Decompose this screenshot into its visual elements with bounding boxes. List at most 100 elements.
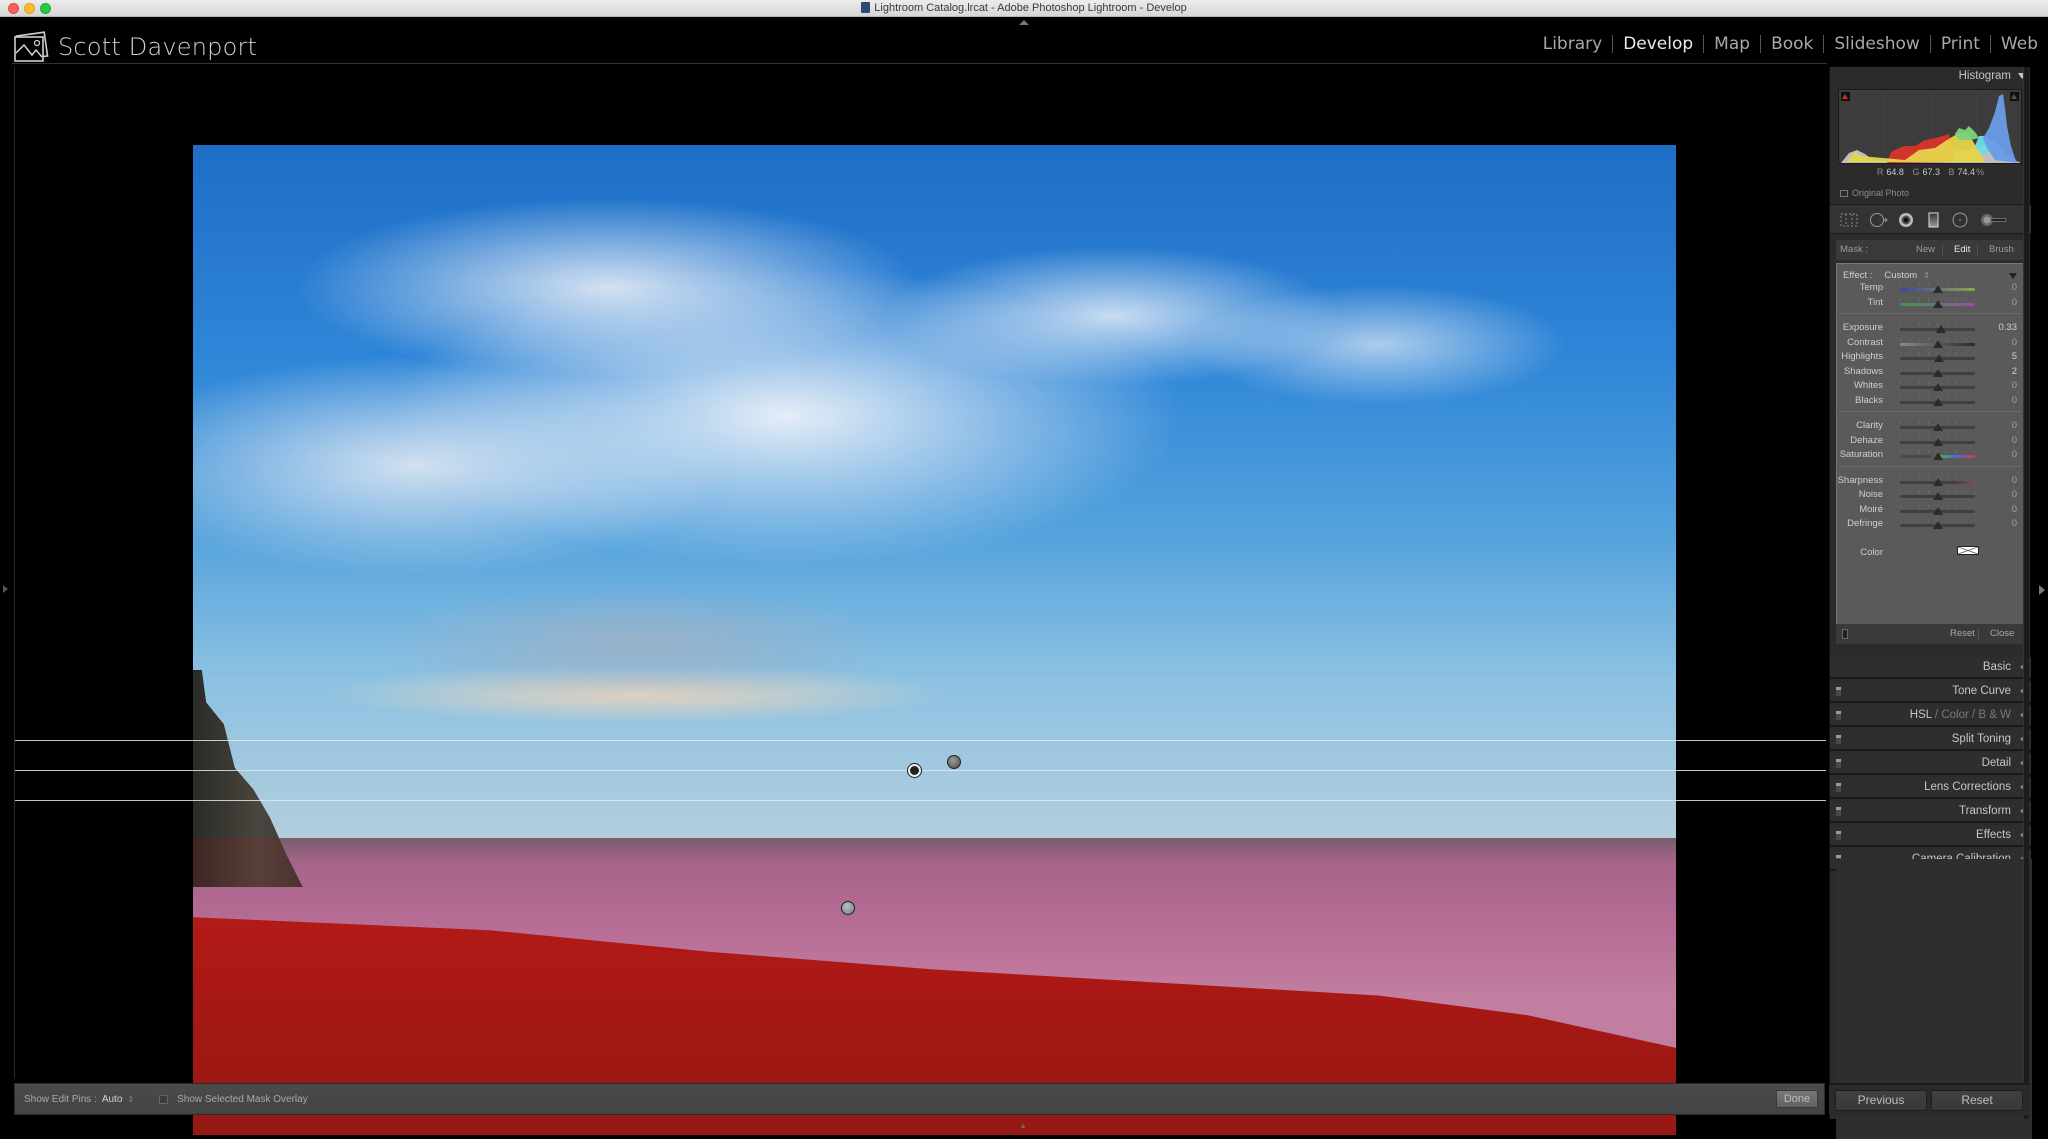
histogram-header[interactable]: Histogram	[1830, 67, 2031, 85]
right-panel-toggle-icon[interactable]	[2039, 585, 2045, 595]
effect-preset-select[interactable]: Custom	[1884, 270, 1917, 281]
slider-thumb[interactable]	[1935, 325, 1946, 333]
edit-pin[interactable]	[947, 755, 961, 769]
slider-thumb[interactable]	[1933, 368, 1944, 377]
show-mask-overlay-label[interactable]: Show Selected Mask Overlay	[177, 1094, 308, 1105]
adjustment-brush-icon[interactable]	[1979, 212, 2009, 228]
color-swatch[interactable]	[1957, 546, 1979, 555]
slider-value[interactable]: 0	[2012, 297, 2017, 308]
module-web[interactable]: Web	[1991, 34, 2048, 54]
radial-filter-icon[interactable]	[1951, 212, 1969, 228]
section-basic[interactable]: Basic	[1830, 657, 2031, 679]
right-panel-scrollbar[interactable]	[2023, 67, 2029, 1119]
bottom-panel-toggle-icon[interactable]: ▲	[1019, 1121, 1027, 1130]
panel-on-off-switch[interactable]	[1836, 807, 1841, 816]
slider-value[interactable]: 5	[2012, 351, 2017, 362]
module-book[interactable]: Book	[1761, 34, 1823, 54]
original-photo-checkbox[interactable]	[1840, 189, 1848, 197]
slider-thumb[interactable]	[1932, 397, 1943, 406]
section-label[interactable]: Lens Corrections	[1924, 781, 2011, 793]
section-sublabel[interactable]: B & W	[1978, 709, 2011, 721]
slider-thumb[interactable]	[1932, 423, 1943, 431]
slider-thumb[interactable]	[1932, 521, 1943, 529]
slider-thumb[interactable]	[1932, 299, 1943, 308]
slider-value[interactable]: 0	[2012, 420, 2017, 431]
original-photo-toggle[interactable]: Original Photo	[1840, 188, 1909, 198]
effect-collapse-triangle-icon[interactable]	[2009, 273, 2017, 279]
section-detail[interactable]: Detail	[1830, 753, 2031, 775]
mask-reset-button[interactable]: Reset	[1950, 624, 1975, 644]
edit-pin-selected[interactable]	[908, 764, 921, 777]
section-transform[interactable]: Transform	[1830, 801, 2031, 823]
slider-thumb[interactable]	[1932, 492, 1943, 500]
slider-thumb[interactable]	[1932, 285, 1943, 293]
section-label[interactable]: HSL	[1910, 709, 1932, 721]
slider-value[interactable]: 0	[2012, 449, 2017, 460]
graduated-filter-bottom-line[interactable]	[15, 800, 1826, 801]
previous-button[interactable]: Previous	[1835, 1090, 1927, 1111]
reset-button[interactable]: Reset	[1931, 1090, 2023, 1111]
slider-thumb[interactable]	[1934, 354, 1944, 362]
stepper-arrows-icon[interactable]: ⇕	[127, 1095, 134, 1104]
section-label[interactable]: Split Toning	[1952, 733, 2011, 745]
mask-new-button[interactable]: New	[1916, 240, 1935, 260]
module-library[interactable]: Library	[1533, 34, 1612, 54]
section-label[interactable]: Basic	[1983, 661, 2011, 673]
slider-value[interactable]: 0	[2012, 380, 2017, 391]
section-lens-corrections[interactable]: Lens Corrections	[1830, 777, 2031, 799]
mask-close-button[interactable]: Close	[1990, 624, 2014, 644]
slider-thumb[interactable]	[1932, 477, 1943, 486]
slider-thumb[interactable]	[1932, 383, 1943, 391]
module-slideshow[interactable]: Slideshow	[1824, 34, 1929, 54]
image-canvas[interactable]	[14, 67, 1826, 1135]
red-eye-icon[interactable]	[1897, 212, 1915, 228]
slider-value[interactable]: 2	[2012, 366, 2017, 377]
section-label[interactable]: Transform	[1959, 805, 2011, 817]
section-split-toning[interactable]: Split Toning	[1830, 729, 2031, 751]
slider-value[interactable]: 0	[2012, 489, 2017, 500]
slider-value[interactable]: 0	[2012, 282, 2017, 293]
slider-value[interactable]: 0	[2012, 475, 2017, 486]
slider-value[interactable]: 0.33	[1999, 322, 2018, 333]
done-button[interactable]: Done	[1776, 1090, 1818, 1108]
graduated-filter-top-line[interactable]	[15, 740, 1826, 741]
mask-edit-button[interactable]: Edit	[1954, 240, 1970, 260]
spot-removal-icon[interactable]	[1869, 212, 1888, 228]
module-develop[interactable]: Develop	[1613, 34, 1703, 54]
panel-on-off-switch[interactable]	[1836, 759, 1841, 768]
slider-thumb[interactable]	[1932, 339, 1943, 348]
slider-value[interactable]: 0	[2012, 395, 2017, 406]
left-panel-toggle-icon[interactable]	[3, 585, 8, 593]
show-edit-pins-select[interactable]: Auto	[102, 1094, 123, 1105]
section-hsl[interactable]: HSL / Color / B & W	[1830, 705, 2031, 727]
panel-on-off-switch[interactable]	[1836, 687, 1841, 696]
graduated-filter-icon[interactable]	[1924, 212, 1942, 228]
slider-value[interactable]: 0	[2012, 504, 2017, 515]
stepper-arrows-icon[interactable]: ⇕	[1923, 271, 1930, 280]
slider-value[interactable]: 0	[2012, 337, 2017, 348]
crop-overlay-icon[interactable]	[1840, 212, 1858, 228]
panel-on-off-switch[interactable]	[1836, 783, 1841, 792]
mask-on-off-switch[interactable]	[1842, 629, 1848, 639]
slider-value[interactable]: 0	[2012, 518, 2017, 529]
slider-thumb[interactable]	[1932, 452, 1943, 460]
show-mask-overlay-checkbox[interactable]	[159, 1094, 169, 1104]
section-effects[interactable]: Effects	[1830, 825, 2031, 847]
slider-thumb[interactable]	[1932, 506, 1943, 515]
panel-on-off-switch[interactable]	[1836, 711, 1841, 720]
module-print[interactable]: Print	[1931, 34, 1990, 54]
slider-value[interactable]: 0	[2012, 435, 2017, 446]
section-label[interactable]: Detail	[1982, 757, 2011, 769]
panel-on-off-switch[interactable]	[1836, 735, 1841, 744]
section-label[interactable]: Tone Curve	[1952, 685, 2011, 697]
edit-pin[interactable]	[841, 901, 855, 915]
highlight-clipping-warning-icon[interactable]	[2010, 92, 2019, 101]
top-panel-toggle-icon[interactable]	[1019, 20, 1029, 25]
histogram[interactable]	[1838, 89, 2022, 164]
section-label[interactable]: Effects	[1976, 829, 2011, 841]
panel-on-off-switch[interactable]	[1836, 831, 1841, 840]
slider-thumb[interactable]	[1932, 437, 1943, 446]
section-sublabel[interactable]: Color	[1941, 709, 1968, 721]
section-tone-curve[interactable]: Tone Curve	[1830, 681, 2031, 703]
photo[interactable]	[193, 145, 1676, 1135]
